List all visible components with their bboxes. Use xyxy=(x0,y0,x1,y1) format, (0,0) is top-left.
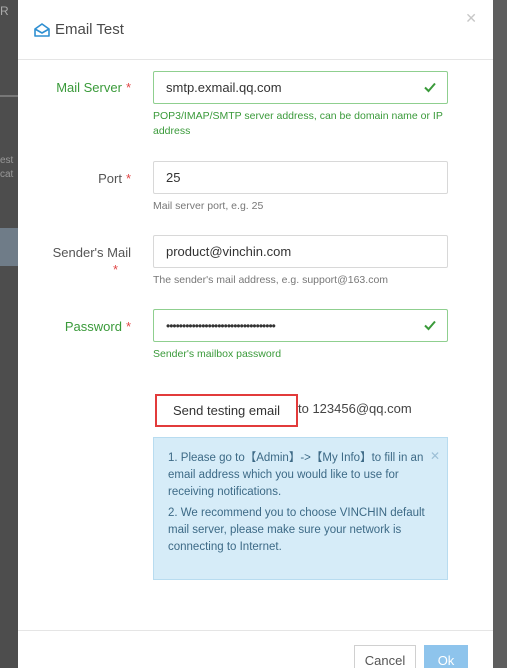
dialog-footer xyxy=(18,630,493,668)
notice-line-1: 1. Please go to【Admin】->【My Info】to fill… xyxy=(168,452,424,498)
mail-server-input[interactable]: smtp.exmail.qq.com xyxy=(153,71,448,104)
sender-mail-input[interactable]: product@vinchin.com xyxy=(153,235,448,268)
sender-mail-required-mark: * xyxy=(112,262,118,277)
port-input[interactable]: 25 xyxy=(153,161,448,194)
cancel-button[interactable]: Cancel xyxy=(354,645,416,668)
email-test-dialog: Email Test ✕ Mail Server * smtp.exmail.qq… xyxy=(18,0,493,668)
info-notice: ✕ 1. Please go to【Admin】->【My Info】to fi… xyxy=(153,437,448,580)
background-divider xyxy=(0,95,18,97)
port-label: Port * xyxy=(98,171,131,186)
dialog-title: Email Test xyxy=(34,21,124,38)
close-icon[interactable]: ✕ xyxy=(465,10,477,27)
background-fragment: R xyxy=(0,4,9,18)
send-testing-email-button[interactable]: Send testing email xyxy=(155,394,298,427)
notice-line-2: 2. We recommend you to choose VINCHIN de… xyxy=(168,507,425,553)
password-label: Password * xyxy=(64,319,131,334)
close-notice-icon[interactable]: ✕ xyxy=(430,448,440,465)
background-fragment: cat xyxy=(0,169,14,180)
password-input[interactable]: •••••••••••••••••••••••••••••••••• xyxy=(153,309,448,342)
sender-mail-hint: The sender's mail address, e.g. support@… xyxy=(153,274,389,286)
dialog-header: Email Test ✕ xyxy=(18,0,493,60)
background-selected-row xyxy=(0,228,18,266)
mail-server-hint: POP3/IMAP/SMTP server address, can be do… xyxy=(153,110,443,137)
password-hint: Sender's mailbox password xyxy=(153,348,282,360)
background-page-right xyxy=(493,0,507,668)
dialog-title-text: Email Test xyxy=(55,21,124,38)
port-hint: Mail server port, e.g. 25 xyxy=(153,200,264,212)
background-fragment: est xyxy=(0,155,14,166)
valid-check-icon xyxy=(423,318,437,335)
mail-server-label: Mail Server * xyxy=(56,80,131,95)
sender-mail-label: Sender's Mail xyxy=(52,245,131,260)
recipient-text: to 123456@qq.com xyxy=(298,401,412,416)
background-page-left xyxy=(0,0,18,668)
valid-check-icon xyxy=(423,80,437,97)
ok-button[interactable]: Ok xyxy=(424,645,468,668)
mail-open-icon xyxy=(34,22,50,37)
